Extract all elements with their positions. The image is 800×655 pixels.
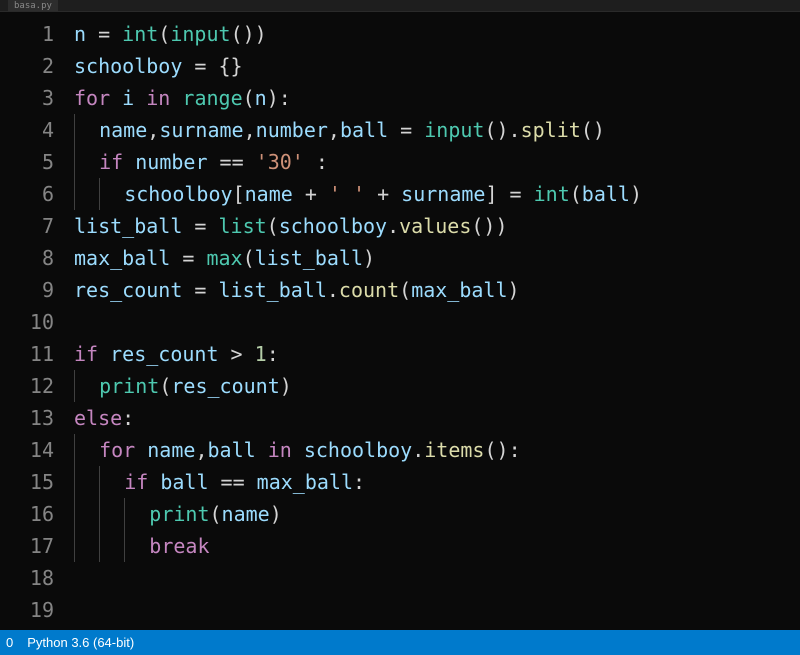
line-number: 14 bbox=[0, 434, 54, 466]
code-line[interactable]: print(res_count) bbox=[74, 370, 800, 402]
line-number: 15 bbox=[0, 466, 54, 498]
line-number: 4 bbox=[0, 114, 54, 146]
line-number: 12 bbox=[0, 370, 54, 402]
code-line[interactable]: if res_count > 1: bbox=[74, 338, 800, 370]
code-line[interactable]: else: bbox=[74, 402, 800, 434]
code-line[interactable]: schoolboy[name + ' ' + surname] = int(ba… bbox=[74, 178, 800, 210]
code-line[interactable]: for i in range(n): bbox=[74, 82, 800, 114]
code-line[interactable]: for name,ball in schoolboy.items(): bbox=[74, 434, 800, 466]
code-line[interactable]: res_count = list_ball.count(max_ball) bbox=[74, 274, 800, 306]
code-area[interactable]: n = int(input())schoolboy = {}for i in r… bbox=[74, 18, 800, 630]
line-number: 8 bbox=[0, 242, 54, 274]
code-line[interactable] bbox=[74, 562, 800, 594]
status-errors[interactable]: 0 bbox=[6, 635, 13, 650]
code-editor[interactable]: 12345678910111213141516171819 n = int(in… bbox=[0, 12, 800, 630]
line-number: 10 bbox=[0, 306, 54, 338]
line-number: 18 bbox=[0, 562, 54, 594]
code-line[interactable]: n = int(input()) bbox=[74, 18, 800, 50]
statusbar: 0 Python 3.6 (64-bit) bbox=[0, 630, 800, 655]
line-number: 1 bbox=[0, 18, 54, 50]
code-line[interactable]: if ball == max_ball: bbox=[74, 466, 800, 498]
line-number: 9 bbox=[0, 274, 54, 306]
line-number: 3 bbox=[0, 82, 54, 114]
line-number: 16 bbox=[0, 498, 54, 530]
tab-bar: basa.py bbox=[0, 0, 800, 12]
line-number: 13 bbox=[0, 402, 54, 434]
code-line[interactable]: break bbox=[74, 530, 800, 562]
code-line[interactable]: list_ball = list(schoolboy.values()) bbox=[74, 210, 800, 242]
line-number: 2 bbox=[0, 50, 54, 82]
file-tab[interactable]: basa.py bbox=[8, 0, 58, 12]
code-line[interactable]: schoolboy = {} bbox=[74, 50, 800, 82]
gutter: 12345678910111213141516171819 bbox=[0, 18, 74, 630]
line-number: 11 bbox=[0, 338, 54, 370]
code-line[interactable]: if number == '30' : bbox=[74, 146, 800, 178]
status-language[interactable]: Python 3.6 (64-bit) bbox=[27, 635, 134, 650]
line-number: 5 bbox=[0, 146, 54, 178]
line-number: 7 bbox=[0, 210, 54, 242]
code-line[interactable]: print(name) bbox=[74, 498, 800, 530]
line-number: 17 bbox=[0, 530, 54, 562]
code-line[interactable]: name,surname,number,ball = input().split… bbox=[74, 114, 800, 146]
code-line[interactable]: max_ball = max(list_ball) bbox=[74, 242, 800, 274]
code-line[interactable] bbox=[74, 306, 800, 338]
code-line[interactable] bbox=[74, 594, 800, 626]
line-number: 19 bbox=[0, 594, 54, 626]
line-number: 6 bbox=[0, 178, 54, 210]
